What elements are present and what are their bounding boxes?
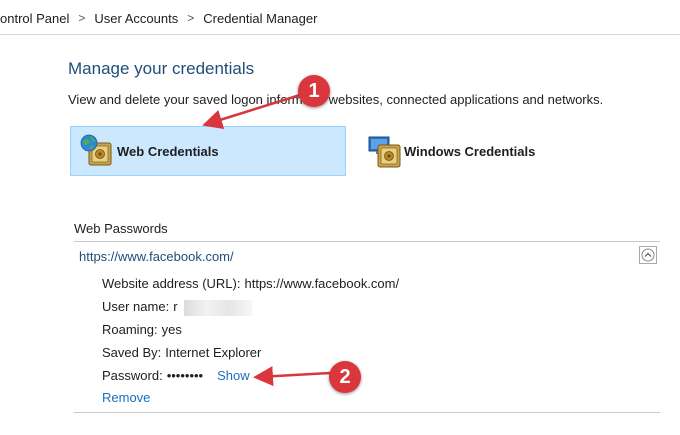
annotation-badge-2: 2 (329, 361, 361, 393)
annotation-arrow-1 (202, 93, 301, 130)
annotation-badge-1: 1 (298, 75, 330, 107)
annotation-arrow-2 (253, 366, 331, 387)
